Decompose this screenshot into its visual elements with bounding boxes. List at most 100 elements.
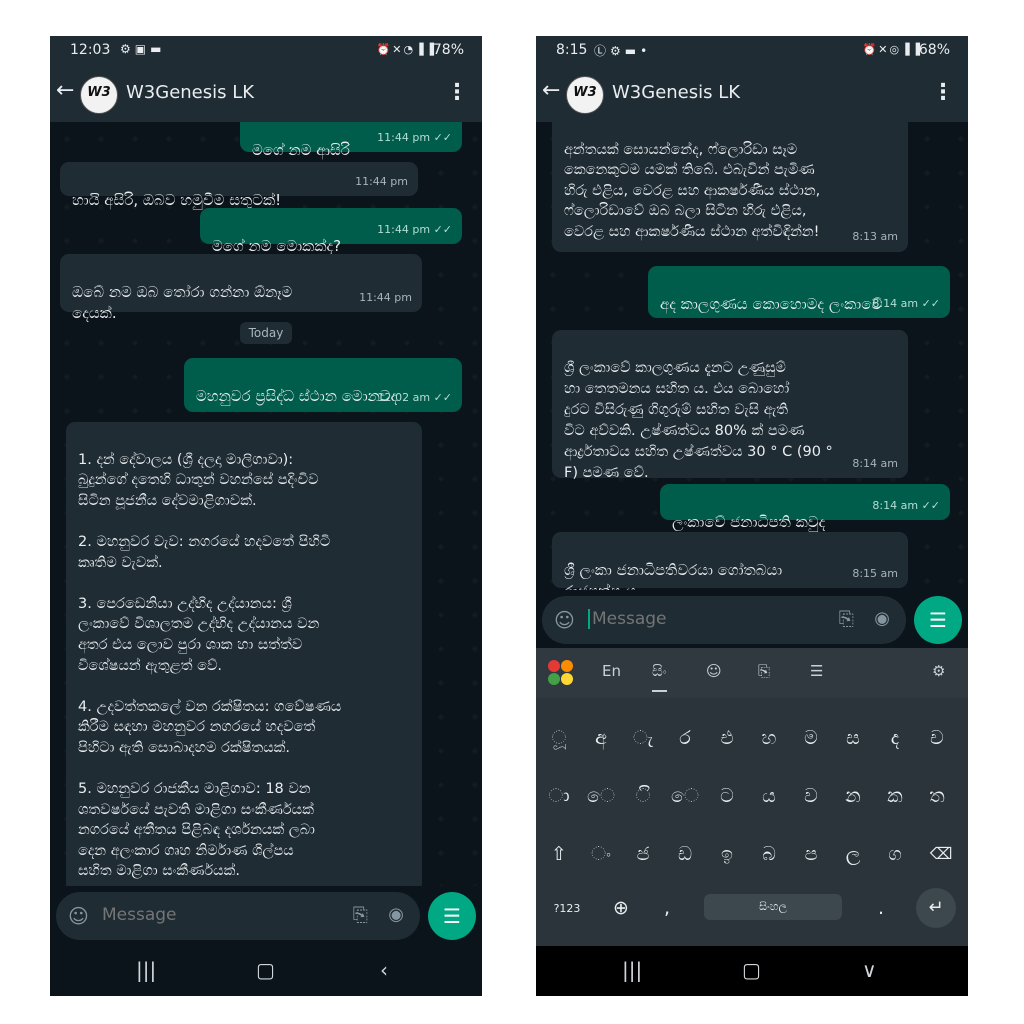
message-composer[interactable]: ☺ ⎘ ◉ [56, 892, 420, 940]
avatar[interactable]: W3 [566, 76, 604, 114]
status-bar: 12:03 ⚙▣▬ ⏰✕◔▐▐ 78% [50, 36, 482, 66]
message-bubble-outgoing: මගේ නම ආසිරි 11:44 pm ✓✓ [240, 122, 462, 159]
key[interactable]: ැ [624, 718, 662, 758]
message-bubble-incoming: ශ්‍රී ලංකාවේ කාලගුණය දැනට උණුසුම් හා තෙත… [552, 330, 908, 481]
message-bubble-outgoing: අද කාලගුණය කොහොමද ලංකාවේ 8:14 am ✓✓ [648, 266, 950, 318]
key[interactable]: ා [540, 776, 578, 816]
key[interactable]: ස [834, 718, 872, 758]
shift-icon[interactable]: ⇧ [540, 834, 578, 874]
signal-wifi-icons: ⏰✕◎▐▐ [862, 43, 922, 56]
numbers-symbols-key[interactable]: ?123 [548, 888, 586, 928]
message-text: ඔබේ නම ඔබ තෝරා ගන්නා ඕනෑම දෙයක්. [72, 283, 293, 322]
key[interactable]: හ [750, 718, 788, 758]
contact-name[interactable]: W3Genesis LK [126, 82, 254, 103]
key[interactable]: ෙ [666, 776, 704, 816]
battery-level: 78% [432, 42, 464, 58]
avatar[interactable]: W3 [80, 76, 118, 114]
date-divider: Today [240, 322, 292, 344]
system-nav-bar: ||| ▢ ∨ [536, 946, 968, 996]
key[interactable]: ල [834, 834, 872, 874]
key[interactable]: ක [876, 776, 914, 816]
back-arrow-icon[interactable]: ← [56, 78, 74, 103]
key[interactable]: ත [918, 776, 956, 816]
key[interactable]: බ [750, 834, 788, 874]
key[interactable]: ග [876, 834, 914, 874]
message-bubble-incoming: 1. දන් දේවාලය (ශ්‍රී දලදා මාලිගාවා): බුද… [66, 422, 422, 886]
system-nav-bar: ||| ▢ ‹ [50, 946, 482, 996]
settings-gear-icon[interactable]: ⚙ [932, 662, 945, 680]
message-list[interactable]: අන්තයක් සොයන්නේද, ෆ්ලොරිඩා සෑම කෙනෙකුටම … [536, 122, 968, 590]
emoji-icon[interactable]: ☺ [68, 904, 89, 928]
message-text: 1. දන් දේවාලය (ශ්‍රී දලදා මාලිගාවා): බුද… [78, 451, 342, 880]
key[interactable]: ර [666, 718, 704, 758]
attach-icon[interactable]: ⎘ [353, 904, 368, 926]
recent-apps-icon[interactable]: ||| [622, 958, 642, 982]
attach-icon[interactable]: ⎘ [839, 608, 854, 630]
key[interactable]: එ [708, 718, 746, 758]
message-bubble-incoming: අන්තයක් සොයන්නේද, ෆ්ලොරිඩා සෑම කෙනෙකුටම … [552, 122, 908, 252]
message-text: මගේ නම ආසිරි [252, 141, 350, 159]
message-text: අද කාලගුණය කොහොමද ලංකාවේ [660, 295, 883, 313]
camera-icon[interactable]: ◉ [874, 608, 890, 629]
enter-icon[interactable]: ↵ [916, 888, 956, 928]
home-icon[interactable]: ▢ [742, 958, 761, 982]
emoji-keyboard-icon[interactable]: ☺ [706, 662, 722, 680]
comma-key[interactable]: , [648, 888, 686, 928]
message-text: ශ්‍රී ලංකා ජනාධිපතිවරයා ගෝතබයා රාජපක්ෂ ය… [564, 561, 783, 590]
mic-button[interactable]: ☰ [428, 892, 476, 940]
key[interactable]: ි [624, 776, 662, 816]
language-sinhala-tab[interactable]: සිං [652, 662, 667, 692]
read-receipt-icon: ✓✓ [921, 499, 940, 512]
message-list[interactable]: මගේ නම ආසිරි 11:44 pm ✓✓ හායි අසිරි, ඔබව… [50, 122, 482, 886]
message-bubble-incoming: ශ්‍රී ලංකා ජනාධිපතිවරයා ගෝතබයා රාජපක්ෂ ය… [552, 532, 908, 590]
message-time: 8:14 am [872, 499, 919, 512]
key[interactable]: ප [792, 834, 830, 874]
back-icon[interactable]: ‹ [380, 958, 388, 982]
notification-icons: ⚙▣▬ [120, 42, 166, 56]
backspace-icon[interactable]: ⌫ [922, 834, 960, 874]
voice-input-icon[interactable]: ☰ [810, 662, 823, 680]
space-bar[interactable]: සිංහල [704, 894, 842, 920]
key[interactable]: ව [792, 776, 830, 816]
key[interactable]: ච [918, 718, 956, 758]
message-time: 11:44 pm [377, 223, 431, 236]
key[interactable]: ම [792, 718, 830, 758]
back-arrow-icon[interactable]: ← [542, 78, 560, 103]
read-receipt-icon: ✓✓ [433, 223, 452, 236]
message-input[interactable] [588, 609, 812, 629]
key[interactable]: ං [582, 834, 620, 874]
recent-apps-icon[interactable]: ||| [136, 958, 156, 982]
key[interactable]: ද [876, 718, 914, 758]
key[interactable]: ඩ [666, 834, 704, 874]
hide-keyboard-icon[interactable]: ∨ [862, 958, 877, 982]
keyboard-toolbar: En සිං ☺ ⎘ ☰ ⚙ [536, 648, 968, 698]
more-options-icon[interactable]: ⋮ [932, 80, 954, 105]
message-input[interactable] [102, 905, 322, 925]
emoji-icon[interactable]: ☺ [554, 608, 575, 632]
home-icon[interactable]: ▢ [256, 958, 275, 982]
contact-name[interactable]: W3Genesis LK [612, 82, 740, 103]
key[interactable]: ූ [540, 718, 578, 758]
key[interactable]: ට [708, 776, 746, 816]
key[interactable]: ෙ [582, 776, 620, 816]
avatar-text: W3 [87, 85, 111, 100]
key[interactable]: අ [582, 718, 620, 758]
battery-level: 68% [918, 42, 950, 58]
key[interactable]: ය [750, 776, 788, 816]
keyboard-logo-icon[interactable] [548, 660, 574, 686]
message-text: ශ්‍රී ලංකාවේ කාලගුණය දැනට උණුසුම් හා තෙත… [564, 360, 833, 481]
key[interactable]: න [834, 776, 872, 816]
key[interactable]: ඉ [708, 834, 746, 874]
message-text: මහනුවර ප්‍රසිද්ධ ස්ථාන මොනවද [196, 387, 398, 405]
message-time: 8:14 am [852, 457, 898, 470]
camera-icon[interactable]: ◉ [388, 904, 404, 925]
period-key[interactable]: . [862, 888, 900, 928]
language-english-tab[interactable]: En [602, 662, 621, 680]
key[interactable]: ජ [624, 834, 662, 874]
message-text: මගේ නම මොකක්ද? [212, 237, 342, 255]
globe-icon[interactable]: ⊕ [602, 888, 640, 928]
message-composer[interactable]: ☺ ⎘ ◉ [542, 596, 906, 644]
clipboard-icon[interactable]: ⎘ [758, 662, 770, 680]
mic-button[interactable]: ☰ [914, 596, 962, 644]
more-options-icon[interactable]: ⋮ [446, 80, 468, 105]
